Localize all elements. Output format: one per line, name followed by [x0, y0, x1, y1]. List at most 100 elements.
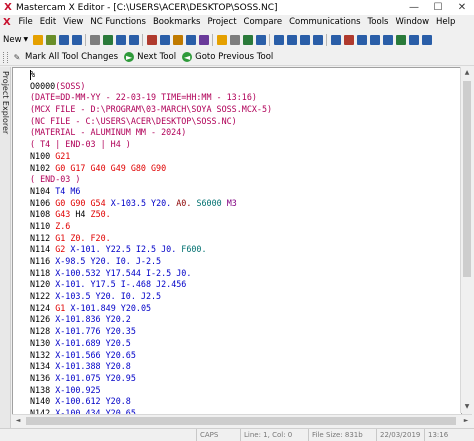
code-line[interactable]: (MCX FILE - D:\PROGRAM\03-MARCH\SOYA SOS…	[30, 104, 272, 116]
menu-window[interactable]: Window	[392, 15, 433, 30]
menu-help[interactable]: Help	[433, 15, 459, 30]
toolbar-tool-icon[interactable]	[421, 34, 432, 45]
code-line[interactable]: N124 G1 X-101.849 Y20.05	[30, 303, 272, 315]
toolbar-tool-icon[interactable]	[32, 34, 43, 45]
code-token: (MCX FILE - D:\PROGRAM\03-MARCH\SOYA SOS…	[30, 104, 273, 115]
code-line[interactable]: N114 G2 X-101. Y22.5 I2.5 J0. F600.	[30, 244, 272, 256]
toolbar-tool-icon[interactable]	[58, 34, 69, 45]
code-token: G43	[55, 209, 76, 220]
code-token: N130	[30, 337, 56, 348]
toolbar-tool-icon[interactable]	[408, 34, 419, 45]
toolbar-tool-icon[interactable]	[229, 34, 240, 45]
code-token: N122	[30, 291, 56, 302]
code-line[interactable]: N140 X-100.612 Y20.8	[30, 396, 272, 408]
toolbar-tool-icon[interactable]	[216, 34, 227, 45]
toolbar-tool-icon[interactable]	[185, 34, 196, 45]
code-token: X-101. Y17.5 I-.468 J2.456	[55, 279, 187, 290]
maximize-button[interactable]: ☐	[426, 0, 450, 15]
code-line[interactable]: N128 X-101.776 Y20.35	[30, 326, 272, 338]
mark-all-tool-changes-button[interactable]: ✎ Mark All Tool Changes	[12, 52, 118, 62]
code-line[interactable]: N126 X-101.836 Y20.2	[30, 314, 272, 326]
toolbar-tool-icon[interactable]	[146, 34, 157, 45]
app-menu-icon[interactable]: X	[3, 17, 15, 28]
new-button[interactable]: New	[3, 35, 22, 45]
code-line[interactable]: N116 X-98.5 Y20. I0. J-2.5	[30, 256, 272, 268]
horizontal-scrollbar[interactable]: ◄ ►	[12, 414, 472, 427]
code-line[interactable]: N120 X-101. Y17.5 I-.468 J2.456	[30, 279, 272, 291]
vertical-scrollbar[interactable]: ▲ ▼	[460, 67, 473, 413]
menu-nc-functions[interactable]: NC Functions	[87, 15, 150, 30]
toolbar-tool-icon[interactable]	[159, 34, 170, 45]
toolbar-tool-icon[interactable]	[343, 34, 354, 45]
toolbar-tool-icon[interactable]	[198, 34, 209, 45]
code-line[interactable]: ( T4 | END-03 | H4 )	[30, 139, 272, 151]
code-line[interactable]: N106 G0 G90 G54 X-103.5 Y20. A0. S6000 M…	[30, 198, 272, 210]
toolbar-tool-icon[interactable]	[255, 34, 266, 45]
scroll-right-icon[interactable]: ►	[460, 415, 472, 427]
code-line[interactable]: N122 X-103.5 Y20. I0. J2.5	[30, 291, 272, 303]
toolbar-tool-icon[interactable]	[312, 34, 323, 45]
menu-view[interactable]: View	[60, 15, 87, 30]
code-line[interactable]: N104 T4 M6	[30, 186, 272, 198]
toolbar-tool-icon[interactable]	[89, 34, 100, 45]
menu-tools[interactable]: Tools	[364, 15, 392, 30]
code-line[interactable]: O0000(SOSS)	[30, 81, 272, 93]
toolbar-tool-icon[interactable]	[102, 34, 113, 45]
toolbar-tool-icon[interactable]	[71, 34, 82, 45]
toolbar-tool-icon[interactable]	[382, 34, 393, 45]
code-line[interactable]: N134 X-101.388 Y20.8	[30, 361, 272, 373]
code-line[interactable]: N118 X-100.532 Y17.544 I-2.5 J0.	[30, 268, 272, 280]
toolbar-tool-icon[interactable]	[172, 34, 183, 45]
toolbar-tool-icon[interactable]	[330, 34, 341, 45]
code-token: X-100.532 Y17.544 I-2.5 J0.	[55, 267, 192, 278]
close-button[interactable]: ✕	[450, 0, 474, 15]
toolbar-tool-icon[interactable]	[115, 34, 126, 45]
nc-code-text[interactable]: % O0000(SOSS) (DATE=DD-MM-YY - 22-03-19 TI…	[30, 69, 272, 414]
code-line[interactable]: N100 G21	[30, 151, 272, 163]
code-line[interactable]: N108 G43 H4 Z50.	[30, 209, 272, 221]
vertical-scroll-thumb[interactable]	[463, 81, 471, 277]
horizontal-scroll-thumb[interactable]	[26, 417, 456, 425]
menu-communications[interactable]: Communications	[286, 15, 364, 30]
code-editor[interactable]: % O0000(SOSS) (DATE=DD-MM-YY - 22-03-19 TI…	[12, 67, 462, 415]
menu-compare[interactable]: Compare	[240, 15, 286, 30]
code-line[interactable]: N130 X-101.689 Y20.5	[30, 338, 272, 350]
code-line[interactable]: N136 X-101.075 Y20.95	[30, 373, 272, 385]
scroll-up-icon[interactable]: ▲	[461, 67, 473, 79]
toolbar-tool-icon[interactable]	[369, 34, 380, 45]
toolbar-grip-handle[interactable]	[3, 51, 8, 63]
menu-edit[interactable]: Edit	[36, 15, 59, 30]
code-line[interactable]: (NC FILE - C:\USERS\ACER\DESKTOP\SOSS.NC…	[30, 116, 272, 128]
code-line[interactable]: N138 X-100.925	[30, 385, 272, 397]
code-token: (MATERIAL - ALUMINUM MM - 2024)	[30, 127, 187, 138]
toolbar-tool-icon[interactable]	[242, 34, 253, 45]
menu-bar: X File Edit View NC Functions Bookmarks …	[0, 15, 474, 30]
menu-file[interactable]: File	[15, 15, 36, 30]
code-line[interactable]: (MATERIAL - ALUMINUM MM - 2024)	[30, 127, 272, 139]
goto-previous-tool-button[interactable]: ◄ Goto Previous Tool	[182, 52, 273, 62]
scroll-left-icon[interactable]: ◄	[12, 415, 24, 427]
toolbar-tool-icon[interactable]	[128, 34, 139, 45]
next-tool-button[interactable]: ► Next Tool	[124, 52, 176, 62]
code-line[interactable]: ( END-03 )	[30, 174, 272, 186]
toolbar-tool-icon[interactable]	[45, 34, 56, 45]
code-line[interactable]: %	[30, 69, 272, 81]
toolbar-tool-icon[interactable]	[273, 34, 284, 45]
toolbar-tool-icon[interactable]	[356, 34, 367, 45]
minimize-button[interactable]: —	[402, 0, 426, 15]
code-line[interactable]: (DATE=DD-MM-YY - 22-03-19 TIME=HH:MM - 1…	[30, 92, 272, 104]
toolbar-tool-icon[interactable]	[395, 34, 406, 45]
new-dropdown-icon[interactable]: ▼	[24, 36, 29, 43]
code-line[interactable]: N132 X-101.566 Y20.65	[30, 350, 272, 362]
code-token: (NC FILE - C:\USERS\ACER\DESKTOP\SOSS.NC…	[30, 115, 237, 126]
code-line[interactable]: N110 Z.6	[30, 221, 272, 233]
project-explorer-tab[interactable]: Project Explorer	[0, 67, 11, 441]
menu-project[interactable]: Project	[204, 15, 240, 30]
code-line[interactable]: N112 G1 Z0. F20.	[30, 233, 272, 245]
toolbar-tool-icon[interactable]	[286, 34, 297, 45]
title-bar[interactable]: X Mastercam X Editor - [C:\USERS\ACER\DE…	[0, 0, 474, 16]
scroll-down-icon[interactable]: ▼	[461, 401, 473, 413]
menu-bookmarks[interactable]: Bookmarks	[149, 15, 204, 30]
code-line[interactable]: N102 G0 G17 G40 G49 G80 G90	[30, 163, 272, 175]
toolbar-tool-icon[interactable]	[299, 34, 310, 45]
